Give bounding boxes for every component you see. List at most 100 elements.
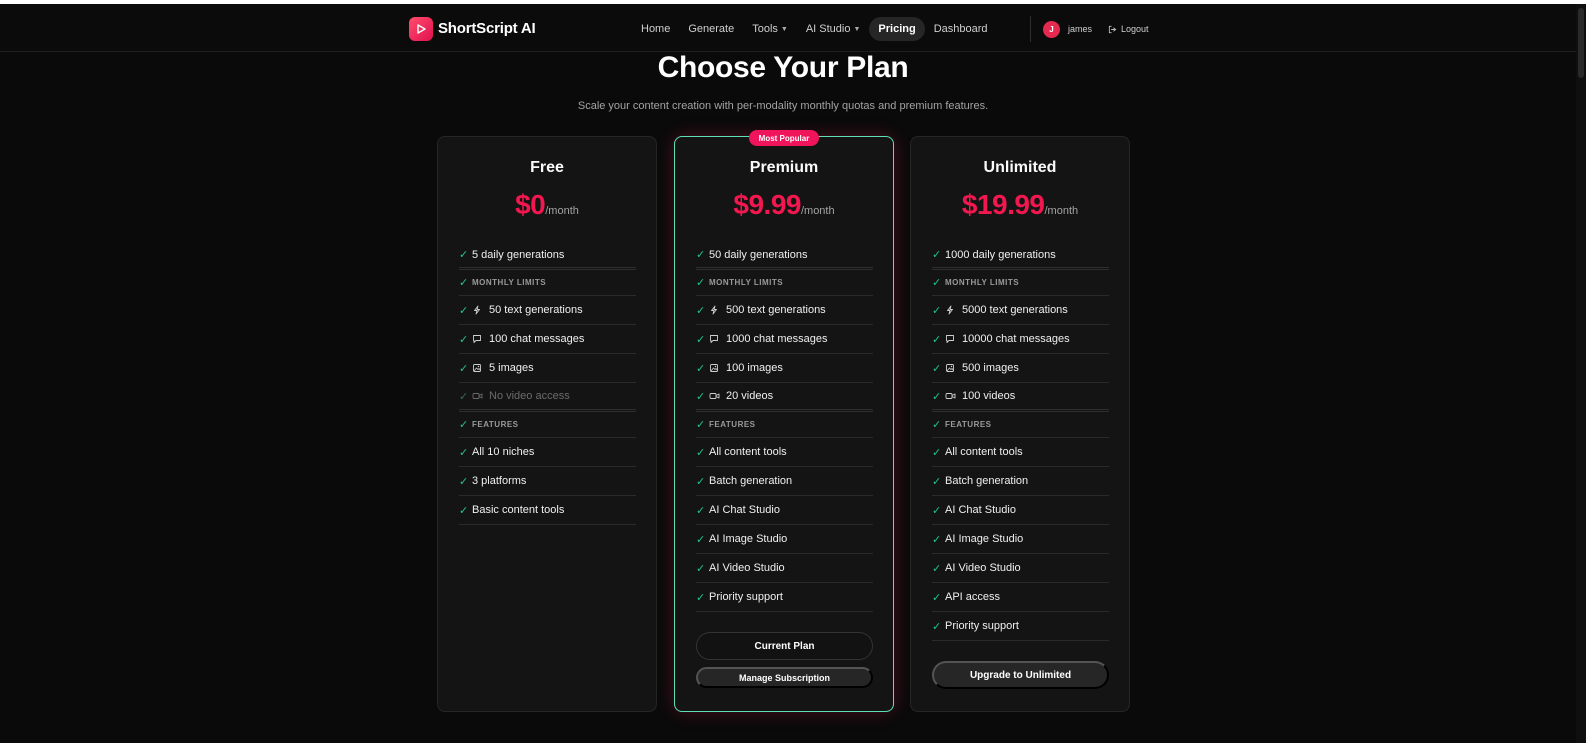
check-icon: ✓ — [696, 504, 706, 517]
check-icon: ✓ — [459, 362, 469, 375]
check-icon: ✓ — [932, 562, 942, 575]
nav-tools-label: Tools — [752, 23, 778, 35]
nav-ai-studio[interactable]: AI Studio ▼ — [797, 17, 870, 41]
check-icon: ✓ — [459, 390, 469, 403]
feature-row: ✓ All content tools — [696, 438, 873, 467]
navbar: ShortScript AI Home Generate Tools ▼ AI … — [0, 4, 1586, 52]
check-icon: ✓ — [696, 390, 706, 403]
plan-period: /month — [1044, 205, 1079, 217]
check-icon: ✓ — [696, 419, 706, 431]
check-icon: ✓ — [696, 304, 706, 317]
avatar[interactable]: J — [1043, 20, 1060, 38]
most-popular-badge: Most Popular — [749, 130, 819, 146]
chat-bubble-icon — [945, 334, 962, 344]
limit-row: ✓ 100 videos — [932, 383, 1109, 412]
check-icon: ✓ — [932, 475, 942, 488]
plan-price: $19.99 — [961, 189, 1045, 220]
check-icon: ✓ — [696, 249, 706, 261]
feature-row: ✓ API access — [932, 583, 1109, 612]
current-plan-button[interactable]: Current Plan — [696, 632, 873, 660]
feature-label: Batch generation — [945, 475, 1029, 487]
username[interactable]: james — [1068, 24, 1092, 34]
section-header: ✓ MONTHLY LIMITS — [932, 270, 1109, 296]
limit-row: ✓ 100 chat messages — [459, 325, 636, 354]
limit-label: 50 text generations — [489, 304, 583, 316]
manage-subscription-button[interactable]: Manage Subscription — [696, 667, 873, 688]
brand-name: ShortScript AI — [438, 20, 536, 37]
nav-home[interactable]: Home — [632, 17, 679, 41]
limit-label: 5 images — [489, 362, 534, 374]
video-camera-icon — [709, 391, 726, 401]
feature-label: All content tools — [945, 446, 1023, 458]
feature-row: ✓ AI Chat Studio — [696, 496, 873, 525]
limit-label: 100 videos — [962, 390, 1016, 402]
feature-row: ✓ Batch generation — [932, 467, 1109, 496]
limit-label: 5000 text generations — [962, 304, 1068, 316]
feature-label: Priority support — [945, 620, 1019, 632]
feature-row: ✓ AI Image Studio — [932, 525, 1109, 554]
feature-label: 5 daily generations — [472, 248, 565, 261]
brand[interactable]: ShortScript AI — [409, 16, 536, 41]
nav-dashboard[interactable]: Dashboard — [925, 17, 997, 41]
plan-name: Unlimited — [983, 159, 1057, 176]
check-icon: ✓ — [932, 362, 942, 375]
feature-list: ✓ 50 daily generations ✓ MONTHLY LIMITS ✓ 5… — [696, 242, 873, 612]
video-camera-icon — [472, 391, 489, 401]
chat-bubble-icon — [709, 334, 726, 344]
scrollbar[interactable] — [1576, 4, 1586, 743]
nav-tools[interactable]: Tools ▼ — [743, 17, 797, 41]
feature-row: ✓ AI Image Studio — [696, 525, 873, 554]
feature-label: AI Chat Studio — [709, 504, 780, 516]
scrollbar-thumb[interactable] — [1578, 8, 1584, 78]
limit-label: 500 images — [962, 362, 1019, 374]
section-label: FEATURES — [709, 420, 756, 429]
feature-row: ✓ 1000 daily generations — [932, 242, 1109, 270]
feature-row: ✓ Priority support — [696, 583, 873, 612]
logout-button[interactable]: Logout — [1108, 24, 1149, 34]
video-camera-icon — [945, 391, 962, 401]
limit-row: ✓ 20 videos — [696, 383, 873, 412]
section-header: ✓ MONTHLY LIMITS — [696, 270, 873, 296]
feature-row: ✓ 3 platforms — [459, 467, 636, 496]
check-icon: ✓ — [932, 249, 942, 261]
check-icon: ✓ — [459, 504, 469, 517]
lightning-icon — [709, 305, 726, 315]
check-icon: ✓ — [459, 277, 469, 289]
image-icon — [472, 363, 489, 373]
feature-list: ✓ 1000 daily generations ✓ MONTHLY LIMITS … — [932, 242, 1109, 641]
limit-row: ✓ 50 text generations — [459, 296, 636, 325]
nav-generate[interactable]: Generate — [679, 17, 743, 41]
lightning-icon — [472, 305, 489, 315]
section-label: FEATURES — [472, 420, 519, 429]
check-icon: ✓ — [459, 304, 469, 317]
nav-pricing[interactable]: Pricing — [869, 17, 925, 41]
feature-label: AI Chat Studio — [945, 504, 1016, 516]
chat-bubble-icon — [472, 334, 489, 344]
feature-label: Batch generation — [709, 475, 793, 487]
plan-period: /month — [800, 205, 835, 217]
limit-label: 100 images — [726, 362, 783, 374]
image-icon — [945, 363, 962, 373]
feature-label: AI Image Studio — [709, 533, 788, 545]
check-icon: ✓ — [696, 591, 706, 604]
image-icon — [709, 363, 726, 373]
check-icon: ✓ — [932, 304, 942, 317]
plan-period: /month — [545, 205, 579, 217]
chevron-down-icon: ▼ — [853, 25, 861, 33]
feature-label: All content tools — [709, 446, 787, 458]
section-header: ✓ MONTHLY LIMITS — [459, 270, 636, 296]
check-icon: ✓ — [459, 249, 469, 261]
main-nav: Home Generate Tools ▼ AI Studio ▼ Pricin… — [632, 16, 997, 42]
upgrade-button[interactable]: Upgrade to Unlimited — [932, 661, 1109, 689]
section-header: ✓ FEATURES — [459, 412, 636, 438]
feature-label: API access — [945, 591, 1001, 603]
plan-price: $0 — [515, 189, 546, 220]
check-icon: ✓ — [932, 533, 942, 546]
check-icon: ✓ — [932, 446, 942, 459]
section-label: MONTHLY LIMITS — [472, 278, 547, 287]
limit-row: ✓ 500 images — [932, 354, 1109, 383]
play-logo-icon — [409, 16, 433, 41]
check-icon: ✓ — [696, 333, 706, 346]
feature-row: ✓ AI Chat Studio — [932, 496, 1109, 525]
feature-row: ✓ All content tools — [932, 438, 1109, 467]
